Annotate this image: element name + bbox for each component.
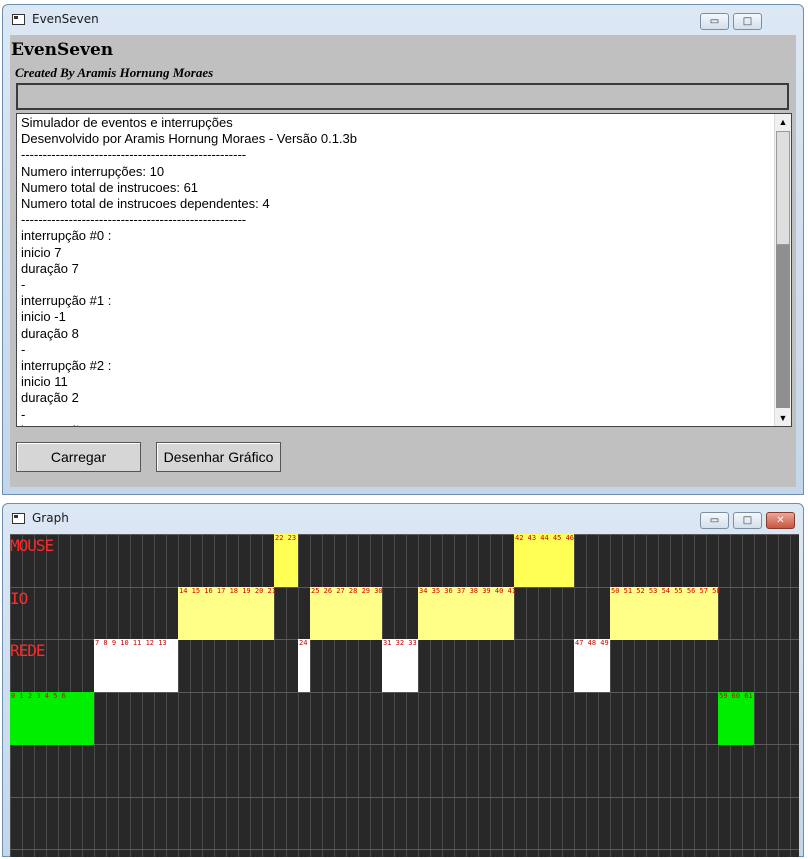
minimize-button[interactable]: ▭ bbox=[700, 512, 729, 529]
graph-window: Graph ▭ □ ✕ 22 23 42 43 44 45 46 14 15 16 … bbox=[2, 503, 804, 857]
window-icon bbox=[12, 14, 25, 25]
event-log-textarea[interactable]: Simulador de eventos e interrupções Dese… bbox=[16, 113, 792, 427]
event-block-label: 31 32 33 bbox=[383, 639, 417, 647]
event-block-label: 7 8 9 10 11 12 13 bbox=[95, 639, 167, 647]
main-client-area: EvenSeven Created By Aramis Hornung Mora… bbox=[10, 35, 796, 487]
event-block-label: 0 1 2 3 4 5 6 bbox=[11, 692, 66, 700]
event-block: 25 26 27 28 29 30 bbox=[310, 587, 383, 640]
event-block: 42 43 44 45 46 bbox=[514, 534, 574, 587]
graph-titlebar[interactable]: Graph ▭ □ ✕ bbox=[3, 504, 803, 534]
event-block: 59 60 61 bbox=[718, 692, 754, 745]
main-window: EvenSeven ▭ □ EvenSeven Created By Arami… bbox=[2, 4, 804, 495]
main-titlebar[interactable]: EvenSeven ▭ □ bbox=[3, 5, 803, 35]
event-block-label: 22 23 bbox=[275, 534, 297, 542]
scroll-down-icon[interactable]: ▼ bbox=[775, 410, 791, 426]
event-block-label: 50 51 52 53 54 55 56 57 58 bbox=[611, 587, 721, 595]
event-log-text: Simulador de eventos e interrupções Dese… bbox=[21, 115, 358, 426]
maximize-button[interactable]: □ bbox=[733, 13, 762, 30]
event-block-label: 59 60 61 bbox=[719, 692, 753, 700]
row-label-rede: REDE bbox=[10, 641, 46, 660]
file-path-field[interactable] bbox=[16, 83, 789, 110]
timeline-grid bbox=[10, 534, 799, 857]
event-block-label: 42 43 44 45 46 bbox=[515, 534, 575, 542]
event-block-label: 14 15 16 17 18 19 20 21 bbox=[179, 587, 276, 595]
window-icon bbox=[12, 513, 25, 524]
row-label-mouse: MOUSE bbox=[10, 536, 54, 555]
event-block-label: 47 48 49 bbox=[575, 639, 609, 647]
event-block-label: 25 26 27 28 29 30 bbox=[311, 587, 383, 595]
scrollbar-thumb[interactable] bbox=[776, 131, 790, 245]
window-title: EvenSeven bbox=[32, 12, 99, 26]
scrollbar-track[interactable] bbox=[776, 245, 790, 408]
timeline-graph: 22 23 42 43 44 45 46 14 15 16 17 18 19 20 … bbox=[10, 534, 799, 857]
draw-graph-button[interactable]: Desenhar Gráfico bbox=[156, 442, 281, 472]
event-block: 22 23 bbox=[274, 534, 298, 587]
event-block: 47 48 49 bbox=[574, 639, 610, 692]
close-button[interactable]: ✕ bbox=[766, 512, 795, 529]
minimize-button[interactable]: ▭ bbox=[700, 13, 729, 30]
app-title: EvenSeven bbox=[11, 40, 114, 60]
event-block: 14 15 16 17 18 19 20 21 bbox=[178, 587, 276, 640]
load-button[interactable]: Carregar bbox=[16, 442, 141, 472]
event-block-label: 34 35 36 37 38 39 40 41 bbox=[419, 587, 516, 595]
event-block: 34 35 36 37 38 39 40 41 bbox=[418, 587, 516, 640]
event-block-label: 24 bbox=[299, 639, 308, 647]
event-block: 7 8 9 10 11 12 13 bbox=[94, 639, 178, 692]
maximize-button[interactable]: □ bbox=[733, 512, 762, 529]
event-block: 0 1 2 3 4 5 6 bbox=[10, 692, 94, 745]
event-block: 50 51 52 53 54 55 56 57 58 bbox=[610, 587, 721, 640]
window-title: Graph bbox=[32, 511, 69, 525]
event-block: 24 bbox=[298, 639, 310, 692]
app-subtitle: Created By Aramis Hornung Moraes bbox=[15, 65, 214, 80]
log-scrollbar[interactable]: ▲ ▼ bbox=[774, 114, 791, 426]
scroll-up-icon[interactable]: ▲ bbox=[775, 114, 791, 130]
row-label-io: IO bbox=[10, 589, 28, 608]
event-block: 31 32 33 bbox=[382, 639, 418, 692]
